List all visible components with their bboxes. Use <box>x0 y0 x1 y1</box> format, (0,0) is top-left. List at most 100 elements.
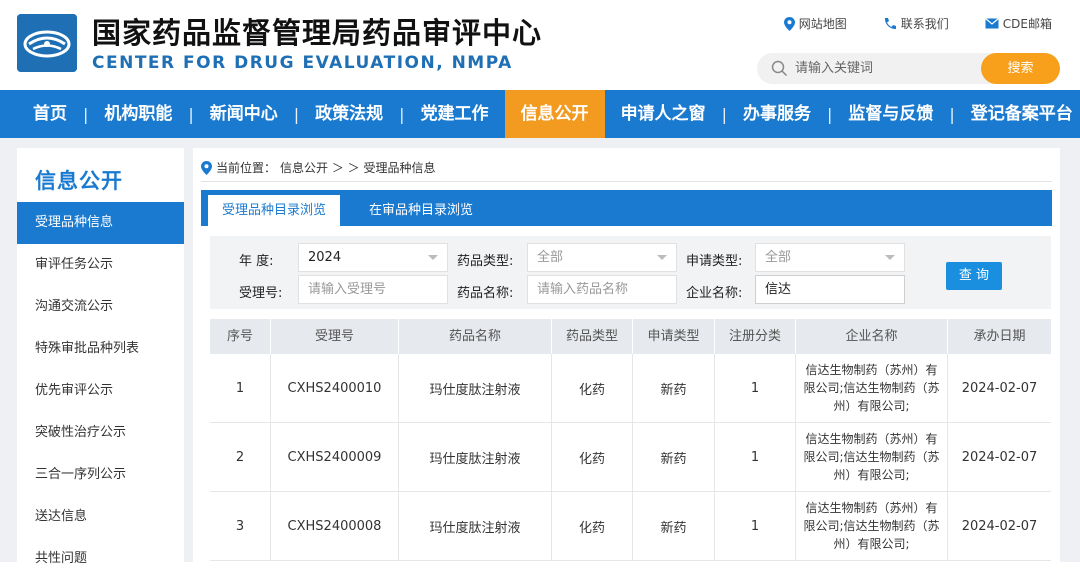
cell-company: 信达生物制药（苏州）有限公司;信达生物制药（苏州）有限公司; <box>796 423 948 491</box>
nav-separator: | <box>83 104 89 124</box>
col-header-accept-no: 受理号 <box>271 319 399 354</box>
sidebar-item-priority-review[interactable]: 优先审评公示 <box>17 370 184 412</box>
site-subtitle: CENTER FOR DRUG EVALUATION, NMPA <box>92 53 513 73</box>
company-label: 企业名称: <box>686 286 743 301</box>
table-row[interactable]: 3 CXHS2400008 玛仕度肽注射液 化药 新药 1 信达生物制药（苏州）… <box>210 492 1051 561</box>
nav-info-disclosure[interactable]: 信息公开 <box>504 90 605 138</box>
location-pin-icon <box>201 160 212 175</box>
sidebar-item-communication[interactable]: 沟通交流公示 <box>17 286 184 328</box>
nav-separator: | <box>721 104 727 124</box>
year-value: 2024 <box>308 250 342 265</box>
accept-no-label: 受理号: <box>239 286 283 301</box>
nav-registration[interactable]: 登记备案平台 <box>955 90 1080 138</box>
sidebar-item-common-issues[interactable]: 共性问题 <box>17 538 184 580</box>
cell-drug-name: 玛仕度肽注射液 <box>399 423 552 491</box>
cell-reg-class: 1 <box>715 354 796 422</box>
year-select[interactable]: 2024 <box>298 243 448 272</box>
query-button[interactable]: 查 询 <box>946 262 1002 290</box>
drug-type-value: 全部 <box>537 250 564 265</box>
cell-drug-type: 化药 <box>552 354 633 422</box>
main-content: 当前位置： 信息公开 ＞ ＞ 受理品种信息 受理品种目录浏览 在审品种目录浏览 … <box>193 148 1060 562</box>
table-row[interactable]: 1 CXHS2400010 玛仕度肽注射液 化药 新药 1 信达生物制药（苏州）… <box>210 354 1051 423</box>
cell-app-type: 新药 <box>633 423 715 491</box>
cell-app-type: 新药 <box>633 354 715 422</box>
nav-home[interactable]: 首页 <box>17 90 83 138</box>
tab-accepted-catalog[interactable]: 受理品种目录浏览 <box>208 195 340 226</box>
year-label: 年 度: <box>239 254 274 269</box>
cell-no: 3 <box>210 492 271 560</box>
sidebar-item-breakthrough[interactable]: 突破性治疗公示 <box>17 412 184 454</box>
accept-no-field[interactable]: 请输入受理号 <box>298 275 448 304</box>
col-header-drug-type: 药品类型 <box>552 319 633 354</box>
nav-policy[interactable]: 政策法规 <box>299 90 399 138</box>
breadcrumb: 当前位置： 信息公开 ＞ ＞ 受理品种信息 <box>201 159 435 176</box>
cell-accept-no: CXHS2400009 <box>271 423 399 491</box>
nav-separator: | <box>188 104 194 124</box>
top-links: 网站地图 联系我们 CDE邮箱 <box>783 15 1052 32</box>
sidebar-item-accepted[interactable]: 受理品种信息 <box>17 202 184 244</box>
contact-link[interactable]: 联系我们 <box>883 15 949 32</box>
chevron-down-icon <box>885 255 895 260</box>
col-header-app-type: 申请类型 <box>633 319 715 354</box>
tab-in-review-catalog[interactable]: 在审品种目录浏览 <box>361 195 481 226</box>
nav-separator: | <box>826 104 833 124</box>
drug-type-label: 药品类型: <box>457 254 514 269</box>
nav-supervision[interactable]: 监督与反馈 <box>832 90 949 138</box>
nav-applicant[interactable]: 申请人之窗 <box>605 90 722 138</box>
search-input[interactable] <box>795 58 975 79</box>
sidebar-item-three-in-one[interactable]: 三合一序列公示 <box>17 454 184 496</box>
site-header: 国家药品监督管理局药品审评中心 CENTER FOR DRUG EVALUATI… <box>0 0 1080 90</box>
col-header-drug-name: 药品名称 <box>399 319 552 354</box>
cell-no: 2 <box>210 423 271 491</box>
mail-link[interactable]: CDE邮箱 <box>984 15 1052 32</box>
col-header-company: 企业名称 <box>796 319 948 354</box>
drug-type-select[interactable]: 全部 <box>527 243 677 272</box>
col-header-no: 序号 <box>210 319 271 354</box>
drug-name-field[interactable]: 请输入药品名称 <box>527 275 677 304</box>
col-header-reg-class: 注册分类 <box>715 319 796 354</box>
cell-drug-type: 化药 <box>552 492 633 560</box>
sidebar-title: 信息公开 <box>35 169 123 193</box>
col-header-date: 承办日期 <box>973 329 1026 344</box>
nav-functions[interactable]: 机构职能 <box>88 90 188 138</box>
nav-services[interactable]: 办事服务 <box>727 90 827 138</box>
cell-reg-class: 1 <box>715 423 796 491</box>
table-header: 序号 受理号 药品名称 药品类型 申请类型 注册分类 企业名称 承办日期 <box>210 319 1051 354</box>
nav-separator: | <box>949 104 955 124</box>
company-field[interactable]: 信达 <box>755 275 905 304</box>
chevron-down-icon <box>428 255 438 260</box>
contact-label: 联系我们 <box>900 17 949 31</box>
mail-icon <box>984 18 999 29</box>
sidebar-item-review-tasks[interactable]: 审评任务公示 <box>17 244 184 286</box>
sitemap-link[interactable]: 网站地图 <box>783 15 847 32</box>
cde-logo[interactable] <box>17 14 77 72</box>
app-type-select[interactable]: 全部 <box>755 243 905 272</box>
cell-date: 2024-02-07 <box>961 380 1038 396</box>
nav-separator: | <box>293 104 300 124</box>
sidebar: 信息公开 受理品种信息 审评任务公示 沟通交流公示 特殊审批品种列表 优先审评公… <box>17 148 184 566</box>
sidebar-list: 受理品种信息 审评任务公示 沟通交流公示 特殊审批品种列表 优先审评公示 突破性… <box>17 202 184 580</box>
breadcrumb-path[interactable]: 信息公开 ＞ ＞ 受理品种信息 <box>280 159 435 176</box>
cell-app-type: 新药 <box>633 492 715 560</box>
search-icon <box>771 60 788 77</box>
sidebar-item-delivery[interactable]: 送达信息 <box>17 496 184 538</box>
cell-date: 2024-02-07 <box>961 449 1038 465</box>
sitemap-label: 网站地图 <box>798 17 847 31</box>
results-table: 序号 受理号 药品名称 药品类型 申请类型 注册分类 企业名称 承办日期 1 C… <box>210 319 1051 561</box>
cell-drug-name: 玛仕度肽注射液 <box>399 354 552 422</box>
table-row[interactable]: 2 CXHS2400009 玛仕度肽注射液 化药 新药 1 信达生物制药（苏州）… <box>210 423 1051 492</box>
chevron-down-icon <box>657 255 667 260</box>
nav-party[interactable]: 党建工作 <box>405 90 505 138</box>
search-button[interactable]: 搜索 <box>981 53 1060 84</box>
drug-name-label: 药品名称: <box>457 286 514 301</box>
app-type-label: 申请类型: <box>686 254 743 269</box>
app-type-value: 全部 <box>765 250 792 265</box>
cell-accept-no: CXHS2400010 <box>271 354 399 422</box>
main-nav: 首页 | 机构职能 | 新闻中心 | 政策法规 | 党建工作 信息公开 申请人之… <box>0 90 1080 138</box>
sidebar-item-special-approval[interactable]: 特殊审批品种列表 <box>17 328 184 370</box>
cell-accept-no: CXHS2400008 <box>271 492 399 560</box>
nav-news[interactable]: 新闻中心 <box>194 90 294 138</box>
mail-label: CDE邮箱 <box>1002 17 1052 31</box>
cell-date: 2024-02-07 <box>961 518 1038 534</box>
cell-drug-name: 玛仕度肽注射液 <box>399 492 552 560</box>
